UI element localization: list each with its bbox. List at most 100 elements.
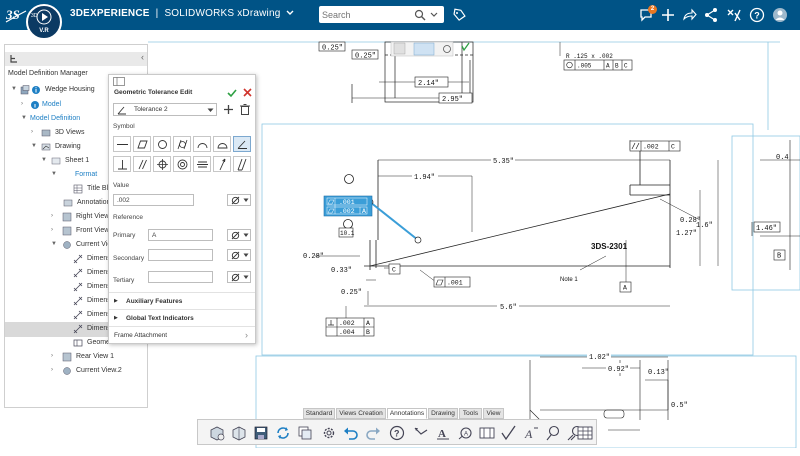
chevron-down-icon[interactable]	[286, 10, 294, 16]
expand-arrow-icon[interactable]: ▼	[51, 171, 57, 177]
expand-arrow-icon[interactable]: ›	[31, 129, 33, 135]
3ds-logo-icon[interactable]: 3S	[3, 2, 29, 28]
tree-structure-icon[interactable]	[9, 54, 19, 64]
ok-check-icon[interactable]	[227, 88, 237, 98]
info-icon[interactable]	[31, 85, 41, 95]
symbol-angularity[interactable]	[233, 136, 251, 152]
user-avatar-icon[interactable]	[772, 7, 788, 23]
surface-finish-icon[interactable]	[500, 424, 518, 442]
selected-fcf[interactable]: .001 .002 A	[323, 195, 373, 217]
expand-arrow-icon[interactable]: ▶	[114, 315, 118, 321]
balloon-icon[interactable]: A	[456, 424, 474, 442]
datum-b: B	[777, 253, 781, 261]
leader-handle[interactable]	[414, 236, 422, 244]
symbol-position[interactable]	[153, 156, 171, 172]
datum-feature-icon[interactable]	[544, 424, 562, 442]
tab-tools[interactable]: Tools	[459, 408, 482, 419]
expand-arrow-icon[interactable]: ▼	[11, 86, 17, 92]
assembly-icon[interactable]	[230, 424, 248, 442]
part-icon[interactable]	[208, 424, 226, 442]
expand-arrow-icon[interactable]: ›	[21, 101, 23, 107]
tab-drawing[interactable]: Drawing	[428, 408, 458, 419]
symbol-symmetry[interactable]	[193, 156, 211, 172]
dropdown-arrow-icon[interactable]	[207, 108, 214, 113]
auxiliary-features-section[interactable]: ▶ Auxiliary Features	[109, 292, 255, 309]
save-icon[interactable]	[252, 424, 270, 442]
symbol-total-runout[interactable]	[233, 156, 251, 172]
fcf-perpendicularity[interactable]: .002 A .004 B	[325, 317, 375, 337]
datum-target-icon[interactable]: A	[522, 424, 540, 442]
secondary-modifier-button[interactable]	[227, 249, 251, 261]
tab-views-creation[interactable]: Views Creation	[336, 408, 386, 419]
expand-arrow-icon[interactable]: ▼	[21, 115, 27, 121]
value-input[interactable]	[113, 194, 194, 206]
tertiary-reference-input[interactable]	[148, 271, 213, 283]
expand-arrow-icon[interactable]: ›	[51, 353, 53, 359]
search-icon[interactable]	[414, 9, 426, 21]
update-icon[interactable]	[274, 424, 292, 442]
tertiary-modifier-button[interactable]	[227, 271, 251, 283]
tree-item-rear-view[interactable]: › Rear View 1	[5, 350, 147, 365]
tab-standard[interactable]: Standard	[303, 408, 335, 419]
frame-attachment-section[interactable]: Frame Attachment ›	[109, 326, 255, 343]
tab-view[interactable]: View	[483, 408, 504, 419]
expand-arrow-icon[interactable]: ▼	[41, 157, 47, 163]
fcf-flatness[interactable]: .001	[433, 276, 471, 288]
symbol-straightness[interactable]	[113, 136, 131, 152]
add-tolerance-icon[interactable]	[222, 103, 235, 116]
symbol-concentricity[interactable]	[173, 156, 191, 172]
cancel-x-icon[interactable]	[243, 88, 252, 97]
undo-icon[interactable]	[342, 424, 360, 442]
network-share-icon[interactable]	[703, 7, 719, 23]
text-note-icon[interactable]: A	[434, 424, 452, 442]
global-text-section[interactable]: ▶ Global Text Indicators	[109, 309, 255, 326]
symbol-profile-surface[interactable]	[213, 136, 231, 152]
compass-widget[interactable]: 3D V.R	[26, 4, 62, 40]
help-icon[interactable]: ?	[388, 424, 406, 442]
primary-reference-input[interactable]	[148, 229, 213, 241]
expand-arrow-icon[interactable]: ›	[51, 213, 53, 219]
tools-icon[interactable]	[726, 7, 742, 23]
share-arrow-icon[interactable]	[681, 7, 697, 23]
expand-arrow-icon[interactable]: ›	[51, 227, 53, 233]
symbol-cylindricity[interactable]	[173, 136, 191, 152]
symbol-perpendicularity[interactable]	[113, 156, 131, 172]
symbol-parallelism[interactable]	[133, 156, 151, 172]
add-icon[interactable]	[660, 7, 676, 23]
expand-arrow-icon[interactable]: ▼	[51, 241, 57, 247]
search-dropdown-icon[interactable]	[429, 10, 439, 20]
tree-item-current-view-2[interactable]: › Current View.2	[5, 364, 147, 379]
symbol-circularity[interactable]	[153, 136, 171, 152]
tolerance-select[interactable]: Tolerance 2	[113, 103, 217, 116]
leader-line[interactable]	[369, 201, 419, 241]
multi-sheet-icon[interactable]	[296, 424, 314, 442]
symbol-circular-runout[interactable]	[213, 156, 231, 172]
delete-icon[interactable]	[239, 103, 251, 116]
tab-annotations[interactable]: Annotations	[387, 408, 427, 419]
primary-modifier-button[interactable]	[227, 229, 251, 241]
drag-handle-bottom[interactable]	[343, 219, 353, 229]
tag-icon[interactable]	[452, 8, 466, 22]
table-icon[interactable]	[576, 424, 594, 442]
context-toolbar[interactable]	[390, 41, 470, 57]
secondary-reference-input[interactable]	[148, 249, 213, 261]
settings-icon[interactable]	[320, 424, 338, 442]
geometric-tolerance-panel: Geometric Tolerance Edit Tolerance 2 Sym…	[108, 74, 256, 344]
fcf-parallelism-top[interactable]: .002 C	[629, 140, 681, 152]
info-icon[interactable]	[30, 100, 40, 110]
view-icon	[63, 367, 71, 375]
gdt-frame-icon[interactable]	[478, 424, 496, 442]
expand-arrow-icon[interactable]: ›	[51, 367, 53, 373]
redo-icon[interactable]	[364, 424, 382, 442]
drag-handle-top[interactable]	[344, 174, 354, 184]
expand-arrow-icon[interactable]: ▶	[114, 298, 118, 304]
symbol-flatness[interactable]	[133, 136, 151, 152]
symbol-profile-line[interactable]	[193, 136, 211, 152]
search-input[interactable]	[322, 8, 412, 21]
play-icon	[36, 9, 52, 25]
leader-note-icon[interactable]	[412, 424, 430, 442]
help-icon[interactable]: ?	[749, 7, 765, 23]
collapse-panel-icon[interactable]: ‹	[141, 52, 144, 62]
diameter-modifier-button[interactable]	[227, 194, 251, 206]
expand-arrow-icon[interactable]: ▼	[31, 143, 37, 149]
